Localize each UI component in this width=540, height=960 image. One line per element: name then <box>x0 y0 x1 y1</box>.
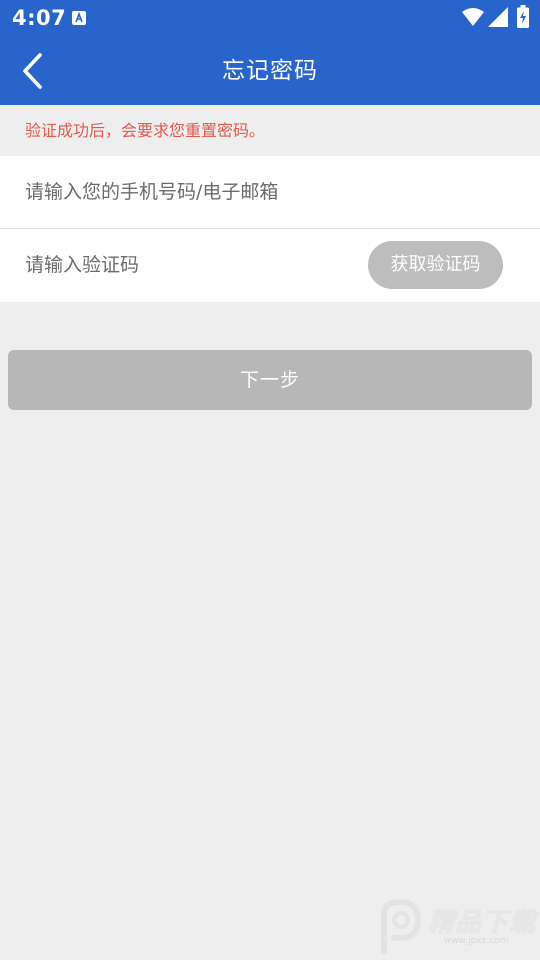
get-code-button[interactable]: 获取验证码 <box>368 241 503 289</box>
phone-email-input[interactable] <box>25 156 515 228</box>
account-row <box>0 156 540 229</box>
status-bar: 4:07 <box>0 0 540 38</box>
form-card: 获取验证码 <box>0 156 540 302</box>
watermark: 精品下载 www.jpxz.com <box>376 898 536 956</box>
wifi-icon <box>462 8 484 26</box>
watermark-text: 精品下载 <box>428 908 537 938</box>
verification-code-input[interactable] <box>25 229 355 301</box>
verification-notice: 验证成功后，会要求您重置密码。 <box>0 105 540 156</box>
back-button[interactable] <box>8 46 58 96</box>
forgot-password-screen: 4:07 忘记密码 验证成功后，会要求您重置密码。 请输入您的手机号码/电子邮箱… <box>0 0 540 960</box>
watermark-logo-icon <box>381 898 422 954</box>
notification-a-icon <box>72 11 86 25</box>
cell-signal-icon <box>488 7 508 27</box>
next-button[interactable]: 下一步 <box>8 350 532 410</box>
code-row: 获取验证码 <box>0 229 540 302</box>
chevron-left-icon <box>23 53 42 89</box>
status-time: 4:07 <box>12 6 67 30</box>
app-bar: 忘记密码 <box>0 38 540 105</box>
battery-charging-icon <box>517 5 529 28</box>
watermark-url: www.jpxz.com <box>444 936 509 946</box>
page-title: 忘记密码 <box>222 58 318 84</box>
